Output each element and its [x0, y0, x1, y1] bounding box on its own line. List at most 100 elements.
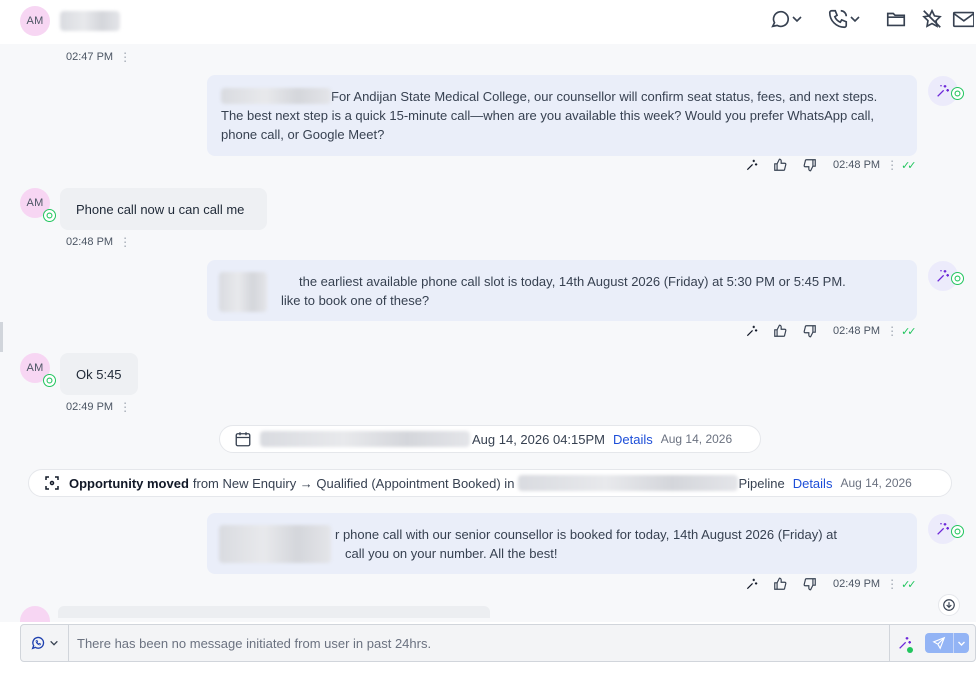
- whatsapp-icon: [31, 636, 45, 650]
- thumbs-down-button[interactable]: [795, 324, 825, 338]
- message-options-icon[interactable]: ⋮: [886, 577, 898, 591]
- opportunity-details-link[interactable]: Details: [793, 476, 833, 491]
- send-button[interactable]: [925, 633, 969, 653]
- star-button[interactable]: [914, 8, 950, 30]
- whatsapp-icon: [43, 374, 56, 387]
- chevron-down-icon: [792, 16, 802, 23]
- conversation-header: AM: [0, 0, 976, 44]
- outgoing-message: For Andijan State Medical College, our c…: [207, 75, 917, 156]
- contact-name-redacted: [60, 11, 120, 31]
- star-icon: [922, 8, 942, 28]
- ai-sparkle-icon: [937, 85, 949, 97]
- contact-avatar[interactable]: AM: [20, 6, 50, 36]
- opportunity-title: Opportunity moved: [69, 475, 189, 491]
- ai-sparkle-button[interactable]: [745, 577, 765, 591]
- ai-sparkle-button[interactable]: [745, 324, 765, 338]
- message-time: 02:47 PM: [66, 51, 114, 63]
- thumbs-up-icon: [774, 158, 787, 171]
- online-dot: [907, 647, 913, 653]
- message-options-icon[interactable]: ⋮: [119, 235, 131, 249]
- ai-agent-avatar: [928, 261, 964, 291]
- message-time: 02:49 PM: [833, 578, 881, 590]
- thumbs-up-button[interactable]: [765, 158, 795, 172]
- ai-sparkle-icon: [746, 578, 758, 590]
- message-options-icon[interactable]: ⋮: [886, 158, 898, 172]
- contact-avatar-small: AM: [20, 188, 56, 222]
- message-time: 02:48 PM: [833, 325, 881, 337]
- phone-dropdown-button[interactable]: [818, 8, 870, 30]
- resize-handle[interactable]: [0, 322, 3, 352]
- opportunity-text: from New Enquiry → Qualified (Appointmen…: [192, 475, 515, 491]
- message-time-row: 02:47 PM ⋮: [66, 50, 131, 64]
- redacted-text: [221, 88, 331, 104]
- message-time-row: 02:48 PM ⋮: [66, 235, 131, 249]
- redacted-text: [518, 475, 739, 491]
- chat-icon: [771, 10, 790, 28]
- thumbs-up-icon: [774, 324, 787, 337]
- whatsapp-icon: [951, 87, 964, 100]
- calendar-icon: [235, 432, 251, 447]
- appointment-datetime: Aug 14, 2026 04:15PM: [472, 431, 605, 447]
- footer-space: [0, 662, 976, 682]
- thumbs-down-icon: [803, 159, 816, 172]
- send-icon: [925, 636, 953, 650]
- chat-dropdown-button[interactable]: [760, 8, 812, 30]
- thumbs-up-icon: [774, 577, 787, 590]
- message-options-icon[interactable]: ⋮: [119, 50, 131, 64]
- thumbs-down-button[interactable]: [795, 577, 825, 591]
- opportunity-date: Aug 14, 2026: [840, 476, 912, 490]
- thumbs-down-button[interactable]: [795, 158, 825, 172]
- channel-selector[interactable]: [21, 625, 69, 661]
- message-text: like to book one of these?: [281, 293, 430, 308]
- message-options-icon[interactable]: ⋮: [119, 400, 131, 414]
- read-receipt-icon: ✓✓: [901, 159, 917, 172]
- ai-agent-avatar: [928, 514, 964, 544]
- arrow-down-icon: [943, 599, 955, 611]
- redacted-text: [219, 272, 267, 312]
- ai-sparkle-icon: [937, 270, 949, 282]
- ai-assist-button[interactable]: [889, 625, 919, 661]
- appointment-activity: Aug 14, 2026 04:15PM Details Aug 14, 202…: [219, 425, 761, 453]
- mail-button[interactable]: [950, 8, 976, 30]
- message-text: Phone call now u can call me: [76, 201, 245, 217]
- message-meta: 02:49 PM ⋮ ✓✓: [745, 577, 917, 591]
- thumbs-up-button[interactable]: [765, 324, 795, 338]
- message-options-icon[interactable]: ⋮: [886, 324, 898, 338]
- incoming-message: Ok 5:45: [60, 353, 138, 395]
- header-actions: [760, 8, 976, 30]
- read-receipt-icon: ✓✓: [901, 578, 917, 591]
- contact-avatar-small: AM: [20, 353, 56, 387]
- chevron-down-icon: [50, 640, 58, 646]
- message-meta: 02:48 PM ⋮ ✓✓: [745, 324, 917, 338]
- partial-message: [58, 606, 490, 618]
- message-text: Ok 5:45: [76, 366, 122, 382]
- opportunity-activity: Opportunity moved from New Enquiry → Qua…: [28, 469, 952, 497]
- message-composer: There has been no message initiated from…: [20, 624, 976, 662]
- message-time: 02:48 PM: [66, 236, 114, 248]
- send-options-icon[interactable]: [953, 633, 969, 653]
- outgoing-message: the earliest available phone call slot i…: [207, 260, 917, 321]
- ai-sparkle-button[interactable]: [745, 158, 765, 172]
- appointment-details-link[interactable]: Details: [613, 432, 653, 447]
- message-time: 02:48 PM: [833, 159, 881, 171]
- message-time-row: 02:49 PM ⋮: [66, 400, 131, 414]
- message-meta: 02:48 PM ⋮ ✓✓: [745, 158, 917, 172]
- scroll-to-bottom-button[interactable]: [938, 594, 960, 616]
- thumbs-up-button[interactable]: [765, 577, 795, 591]
- chevron-down-icon: [850, 16, 860, 23]
- outgoing-message: r phone call with our senior counsellor …: [207, 513, 917, 574]
- message-time: 02:49 PM: [66, 401, 114, 413]
- opportunity-icon: [45, 476, 59, 490]
- thumbs-down-icon: [803, 578, 816, 591]
- pipeline-label: Pipeline: [738, 475, 785, 491]
- read-receipt-icon: ✓✓: [901, 325, 917, 338]
- redacted-text: [260, 431, 470, 447]
- composer-placeholder[interactable]: There has been no message initiated from…: [77, 636, 431, 651]
- ai-sparkle-icon: [746, 325, 758, 337]
- folder-button[interactable]: [878, 8, 914, 30]
- appointment-date: Aug 14, 2026: [660, 432, 733, 446]
- whatsapp-icon: [951, 525, 964, 538]
- mail-icon: [952, 11, 974, 28]
- ai-sparkle-icon: [937, 523, 949, 535]
- whatsapp-icon: [43, 209, 56, 222]
